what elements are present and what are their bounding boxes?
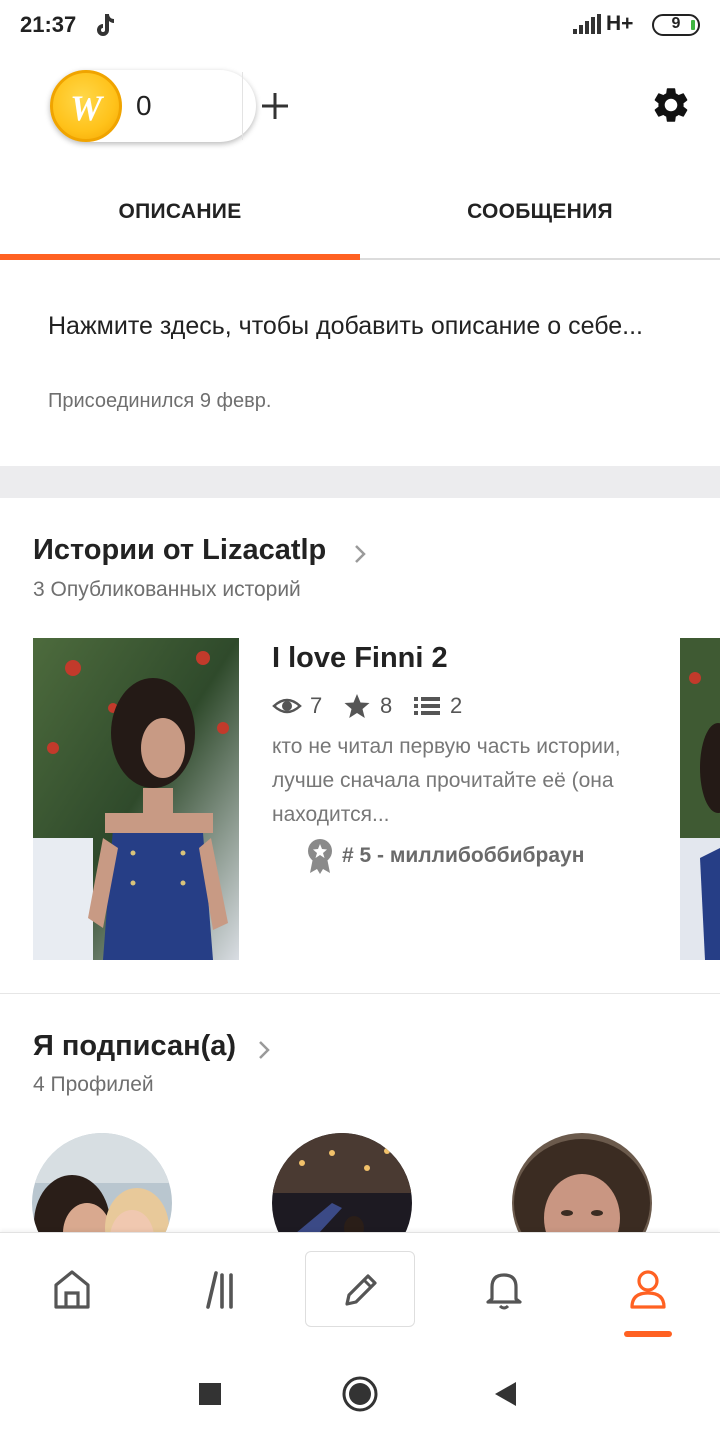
story-rank[interactable]: # 5 - миллибоббибраун [306, 838, 626, 874]
parts-count: 2 [450, 693, 463, 718]
next-story-cover-image[interactable] [680, 638, 720, 960]
plus-icon[interactable] [244, 70, 306, 142]
tab-messages-label: СООБЩЕНИЯ [467, 200, 613, 223]
ranking-badge-icon [308, 839, 332, 874]
nav-library[interactable] [163, 1233, 273, 1345]
star-icon [344, 694, 370, 718]
add-description-prompt[interactable]: Нажмите здесь, чтобы добавить описание о… [48, 306, 668, 346]
rank-text: # 5 - миллибоббибраун [342, 844, 585, 867]
coin-count: 0 [136, 90, 152, 121]
active-nav-indicator [624, 1331, 672, 1337]
stories-section-title[interactable]: Истории от Lizacatlp [33, 534, 326, 567]
signal-icon [573, 14, 601, 34]
chevron-right-icon[interactable] [256, 1038, 272, 1062]
votes-count: 8 [380, 693, 393, 718]
tab-description-label: ОПИСАНИЕ [118, 200, 242, 223]
profile-icon [630, 1270, 666, 1309]
recent-apps-icon[interactable] [190, 1374, 230, 1414]
home-icon [54, 1270, 90, 1309]
following-count: 4 Профилей [33, 1073, 154, 1096]
nav-write[interactable] [305, 1251, 415, 1327]
battery-charge-indicator [691, 20, 695, 30]
status-bar: 21:37 H+ 9 [0, 0, 720, 52]
tab-messages[interactable]: СООБЩЕНИЯ [360, 170, 720, 258]
coin-icon: W [50, 70, 122, 142]
back-icon[interactable] [486, 1374, 526, 1414]
profile-tabs: ОПИСАНИЕ СООБЩЕНИЯ [0, 170, 720, 260]
story-description: кто не читал первую часть истории, лучше… [272, 735, 621, 826]
tab-description[interactable]: ОПИСАНИЕ [0, 170, 360, 258]
battery-icon: 9 [652, 14, 700, 36]
reads-count: 7 [310, 693, 323, 718]
coin-balance-pill[interactable]: W 0 [50, 70, 288, 142]
nav-home[interactable] [17, 1233, 127, 1345]
coin-letter: W [69, 88, 102, 128]
library-icon [206, 1271, 233, 1309]
eye-icon [272, 698, 302, 714]
section-divider [0, 466, 720, 498]
chevron-right-icon[interactable] [352, 542, 368, 566]
tiktok-note-icon [97, 14, 114, 36]
pencil-icon [345, 1274, 377, 1306]
list-icon [414, 697, 440, 715]
status-time: 21:37 [20, 12, 77, 37]
story-title[interactable]: I love Finni 2 [272, 642, 448, 675]
bottom-navigation [0, 1232, 720, 1344]
network-type: H+ [606, 12, 634, 35]
gear-icon[interactable] [650, 84, 692, 126]
joined-date: Присоединился 9 февр. [48, 390, 272, 412]
following-section-title[interactable]: Я подписан(а) [33, 1030, 236, 1063]
coin-divider [242, 72, 243, 140]
bell-icon [486, 1273, 522, 1310]
stories-count: 3 Опубликованных историй [33, 578, 301, 601]
section-separator [0, 993, 720, 994]
system-navigation-bar [0, 1344, 720, 1440]
story-stats: 7 8 2 [272, 690, 532, 722]
home-button-icon[interactable] [340, 1374, 380, 1414]
nav-profile[interactable] [593, 1233, 703, 1345]
story-cover-image[interactable] [33, 638, 239, 960]
nav-notifications[interactable] [449, 1233, 559, 1345]
active-tab-indicator [0, 254, 360, 260]
